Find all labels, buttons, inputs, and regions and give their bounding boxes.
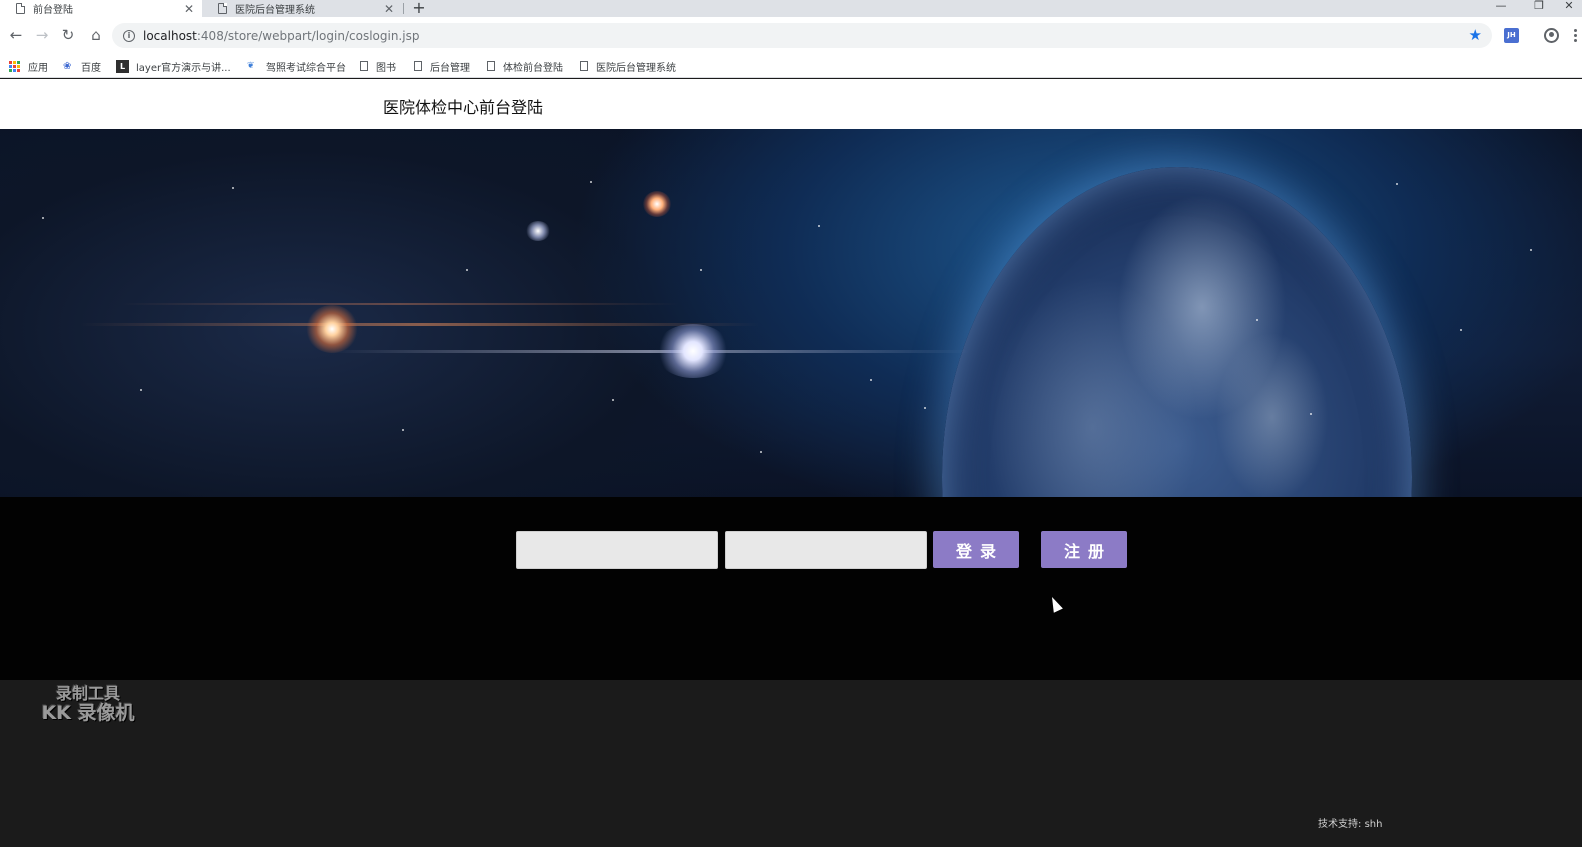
bookmark-label: 体检前台登陆 <box>503 62 563 74</box>
watermark-line-2: KK 录像机 <box>41 701 135 724</box>
tab-hospital-admin[interactable]: 医院后台管理系统 ✕ <box>202 0 402 17</box>
minimize-button[interactable]: — <box>1486 0 1516 14</box>
new-tab-button[interactable]: + <box>411 0 427 17</box>
bookmark-label: 图书 <box>376 62 396 74</box>
recorder-watermark: 录制工具 KK 录像机 <box>28 685 148 723</box>
tab-strip: 前台登陆 ✕ 医院后台管理系统 ✕ + — ❐ ✕ <box>0 0 1582 17</box>
page-icon <box>218 3 227 14</box>
bookmark-label: 应用 <box>28 62 48 74</box>
bookmark-label: 医院后台管理系统 <box>596 62 676 74</box>
hawk-logo-icon: ❦ <box>247 60 255 71</box>
baidu-paw-icon: ❀ <box>63 60 72 72</box>
bookmark-label: 驾照考试综合平台 <box>266 62 346 74</box>
space-banner-image <box>0 129 1582 497</box>
bookmarks-bar: 应用 ❀ 百度 L layer官方演示与讲... ❦ 驾照考试综合平台 图书 后… <box>0 54 1582 78</box>
close-window-button[interactable]: ✕ <box>1556 0 1582 14</box>
restore-button[interactable]: ❐ <box>1524 0 1554 14</box>
close-icon[interactable]: ✕ <box>382 2 396 16</box>
small-white-star <box>526 221 550 241</box>
page-header: 医院体检中心前台登陆 <box>0 79 1582 129</box>
browser-toolbar: ← → ↻ ⌂ i localhost:408/store/webpart/lo… <box>0 17 1582 54</box>
bookmark-layer[interactable]: L layer官方演示与讲... <box>116 58 231 74</box>
orange-lens-flare <box>306 305 358 353</box>
address-bar[interactable]: i localhost:408/store/webpart/login/cosl… <box>112 23 1492 48</box>
apps-grid-icon <box>9 60 20 72</box>
light-streak <box>80 323 760 326</box>
support-label: 技术支持: <box>1318 819 1362 830</box>
page-title: 医院体检中心前台登陆 <box>383 98 544 117</box>
watermark-line-1: 录制工具 <box>55 684 120 703</box>
page-footer: 录制工具 KK 录像机 技术支持: shh <box>0 680 1582 847</box>
page-icon <box>16 3 25 14</box>
small-orange-star <box>643 191 671 217</box>
tab-title: 医院后台管理系统 <box>235 5 315 16</box>
register-button[interactable]: 注册 <box>1041 531 1127 568</box>
bookmark-checkup-login[interactable]: 体检前台登陆 <box>487 58 563 74</box>
tab-divider <box>403 3 404 14</box>
bookmark-admin[interactable]: 后台管理 <box>414 58 470 74</box>
back-arrow-icon[interactable]: ← <box>6 25 26 45</box>
close-icon[interactable]: ✕ <box>182 2 196 16</box>
url-path: :408/store/webpart/login/coslogin.jsp <box>196 28 420 43</box>
login-button[interactable]: 登录 <box>933 531 1019 568</box>
layer-logo-icon: L <box>116 59 129 73</box>
bookmark-hospital-admin[interactable]: 医院后台管理系统 <box>580 58 676 74</box>
info-icon[interactable]: i <box>123 29 135 42</box>
password-input[interactable] <box>725 531 927 569</box>
bookmark-baidu[interactable]: ❀ 百度 <box>63 58 101 74</box>
url-text: localhost:408/store/webpart/login/coslog… <box>143 29 419 43</box>
bookmark-label: 后台管理 <box>430 62 470 74</box>
extension-icon[interactable]: JH <box>1504 28 1519 43</box>
bookmark-label: layer官方演示与讲... <box>136 62 231 74</box>
tab-login[interactable]: 前台登陆 ✕ <box>0 0 202 17</box>
home-icon[interactable]: ⌂ <box>86 25 106 45</box>
kebab-menu-icon[interactable] <box>1574 29 1577 42</box>
support-name: shh <box>1364 819 1383 830</box>
light-streak <box>120 303 680 305</box>
login-form: 登录 注册 <box>0 497 1582 680</box>
bookmark-books[interactable]: 图书 <box>360 58 396 74</box>
forward-arrow-icon[interactable]: → <box>32 25 52 45</box>
url-host: localhost <box>143 28 197 43</box>
bookmark-label: 百度 <box>81 62 101 74</box>
reload-icon[interactable]: ↻ <box>58 25 78 45</box>
white-lens-flare <box>655 324 731 378</box>
bookmark-star-icon[interactable]: ★ <box>1469 26 1482 44</box>
tab-title: 前台登陆 <box>33 5 73 16</box>
bookmark-apps[interactable]: 应用 <box>9 58 48 74</box>
page-icon <box>414 61 422 71</box>
page-icon <box>580 61 588 71</box>
page-icon <box>360 61 368 71</box>
page-icon <box>487 61 495 71</box>
planet-earth-image <box>942 167 1412 497</box>
tech-support-text: 技术支持: shh <box>1318 815 1382 830</box>
light-streak <box>330 350 970 353</box>
bookmark-driving-exam[interactable]: ❦ 驾照考试综合平台 <box>247 58 346 74</box>
profile-icon[interactable] <box>1544 28 1559 43</box>
username-input[interactable] <box>516 531 718 569</box>
